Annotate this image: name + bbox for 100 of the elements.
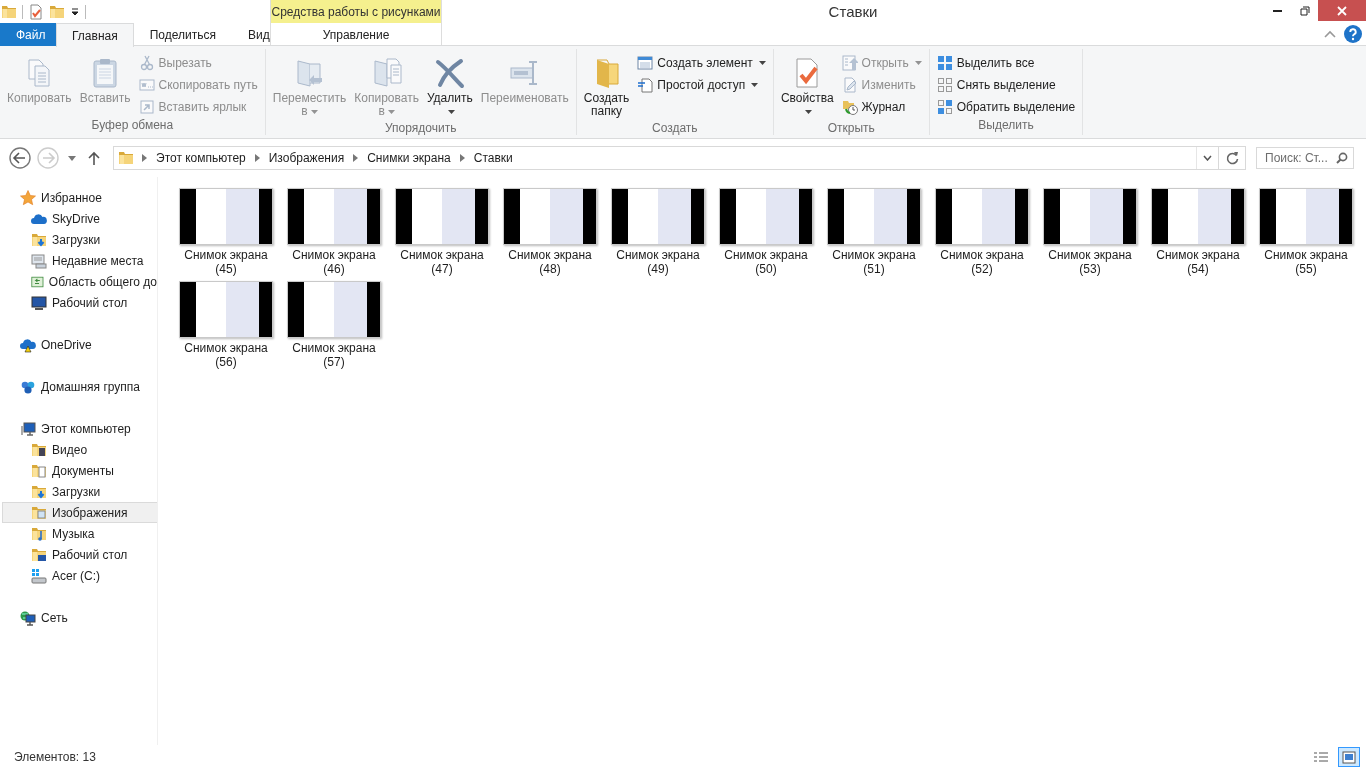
monitor-icon xyxy=(31,294,47,311)
ribbon-tab[interactable]: Поделиться xyxy=(133,23,232,46)
file-item[interactable]: Снимок экрана (46) xyxy=(280,187,388,280)
navigation-pane-item[interactable]: Видео xyxy=(2,439,157,460)
navigation-pane-item[interactable]: Сеть xyxy=(2,607,157,628)
ribbon-group-label: Упорядочить xyxy=(384,121,458,135)
large-icons-view-icon xyxy=(1341,749,1357,764)
delete-icon xyxy=(433,57,466,89)
drive-icon xyxy=(31,567,47,584)
breadcrumb-link[interactable]: Снимки экрана xyxy=(366,151,452,165)
chevron-right-icon[interactable] xyxy=(459,154,465,162)
caret-icon xyxy=(914,61,922,65)
file-item[interactable]: Снимок экрана (48) xyxy=(496,187,604,280)
new-item-icon xyxy=(637,55,654,71)
navigation-pane-item[interactable]: Рабочий стол xyxy=(2,544,157,565)
cloud-warning-icon xyxy=(20,336,36,353)
star-icon xyxy=(20,189,36,206)
file-item[interactable]: Снимок экрана (51) xyxy=(820,187,928,280)
breadcrumb-link[interactable]: Изображения xyxy=(267,151,346,165)
ribbon-tab[interactable]: Управление xyxy=(271,23,441,46)
navigation-pane-item[interactable]: Загрузки xyxy=(2,229,157,250)
back-button[interactable] xyxy=(9,147,31,169)
file-item[interactable]: Снимок экрана (57) xyxy=(280,280,388,373)
caret-icon[interactable] xyxy=(70,6,80,17)
navigation-pane-item[interactable]: Этот компьютер xyxy=(2,418,157,439)
navigation-pane-item[interactable]: Документы xyxy=(2,460,157,481)
navigation-pane-item[interactable]: Домашняя группа xyxy=(2,376,157,397)
folder-icon xyxy=(118,150,134,166)
documents-folder-icon xyxy=(31,462,47,479)
ribbon-group-label: Выделить xyxy=(977,118,1035,134)
shortcut-icon xyxy=(138,99,155,115)
file-menu-tab[interactable]: Файл xyxy=(0,23,56,46)
restore-icon xyxy=(1299,5,1310,16)
network-icon xyxy=(20,609,36,626)
computer-icon xyxy=(20,420,36,437)
navigation-pane-item[interactable]: Избранное xyxy=(2,187,157,208)
close-icon xyxy=(1337,5,1347,16)
collapse-ribbon-icon[interactable] xyxy=(1324,30,1336,38)
select-all-button[interactable]: Выделить все xyxy=(933,52,1079,74)
file-item[interactable]: Снимок экрана (54) xyxy=(1144,187,1252,280)
ribbon-group-label: Создать xyxy=(651,121,699,135)
select-none-button[interactable]: Снять выделение xyxy=(933,74,1079,96)
caret-icon xyxy=(805,109,813,114)
item-count: Элементов: 13 xyxy=(14,749,96,764)
navigation-pane-item[interactable]: OneDrive xyxy=(2,334,157,355)
caret-icon xyxy=(310,109,318,114)
breadcrumb-link[interactable]: Ставки xyxy=(472,151,514,165)
search-field[interactable]: Поиск: Ст... xyxy=(1256,147,1354,169)
navigation-pane-item[interactable]: Загрузки xyxy=(2,481,157,502)
invert-selection-button[interactable]: Обратить выделение xyxy=(933,96,1079,118)
caret-icon xyxy=(758,61,766,65)
navigation-pane-item[interactable]: Изображения xyxy=(2,502,157,523)
caret-icon xyxy=(68,155,76,161)
file-item[interactable]: Снимок экрана (50) xyxy=(712,187,820,280)
details-view-icon xyxy=(1313,749,1329,764)
select-none-icon xyxy=(936,77,953,93)
contextual-tab-group-title: Средства работы с рисунками xyxy=(270,0,442,23)
refresh-button[interactable] xyxy=(1219,146,1246,170)
properties-icon[interactable] xyxy=(28,3,44,20)
delete-button[interactable]: Удалить xyxy=(423,52,476,121)
chevron-down-icon xyxy=(1203,155,1212,161)
chevron-right-icon[interactable] xyxy=(254,154,260,162)
breadcrumb-link[interactable]: Этот компьютер xyxy=(155,151,247,165)
file-item[interactable]: Снимок экрана (49) xyxy=(604,187,712,280)
navigation-pane-item[interactable]: Музыка xyxy=(2,523,157,544)
new-folder-button[interactable]: Создать папку xyxy=(580,52,633,121)
chevron-right-icon[interactable] xyxy=(353,154,359,162)
edit-icon xyxy=(841,77,858,93)
new-item-button[interactable]: Создать элемент xyxy=(634,52,769,74)
ribbon-tab[interactable]: Главная xyxy=(56,23,134,47)
up-arrow-icon xyxy=(88,151,100,165)
file-item[interactable]: Снимок экрана (47) xyxy=(388,187,496,280)
history-button[interactable]: Журнал xyxy=(838,96,925,118)
video-folder-icon xyxy=(31,441,47,458)
file-item[interactable]: Снимок экрана (55) xyxy=(1252,187,1360,280)
address-bar[interactable]: Этот компьютер Изображения Снимки экрана Ставки xyxy=(113,146,1219,170)
chevron-right-icon[interactable] xyxy=(142,154,147,162)
open-icon xyxy=(841,55,858,71)
caret-icon xyxy=(447,109,455,114)
window-title: Ставки xyxy=(827,2,879,22)
file-item[interactable]: Снимок экрана (56) xyxy=(172,280,280,373)
easy-access-button[interactable]: Простой доступ xyxy=(634,74,769,96)
navigation-pane-item[interactable]: Acer (C:) xyxy=(2,565,157,586)
navigation-pane-item[interactable]: Недавние места xyxy=(2,250,157,271)
close-button[interactable] xyxy=(1318,0,1366,21)
help-icon[interactable] xyxy=(1344,25,1362,43)
navigation-pane-item[interactable]: Область общего до xyxy=(2,271,157,292)
easy-access-icon xyxy=(637,77,654,93)
view-mode-button[interactable] xyxy=(1338,746,1360,767)
file-item[interactable]: Снимок экрана (45) xyxy=(172,187,280,280)
navigation-pane-item[interactable]: SkyDrive xyxy=(2,208,157,229)
select-all-icon xyxy=(936,55,953,71)
properties-button[interactable]: Свойства xyxy=(777,52,837,121)
caret-icon xyxy=(387,109,395,114)
path-icon xyxy=(138,77,155,93)
file-item[interactable]: Снимок экрана (52) xyxy=(928,187,1036,280)
file-item[interactable]: Снимок экрана (53) xyxy=(1036,187,1144,280)
navigation-pane-item[interactable]: Рабочий стол xyxy=(2,292,157,313)
history-icon xyxy=(841,99,858,115)
ribbon-group-label: Открыть xyxy=(826,121,876,135)
